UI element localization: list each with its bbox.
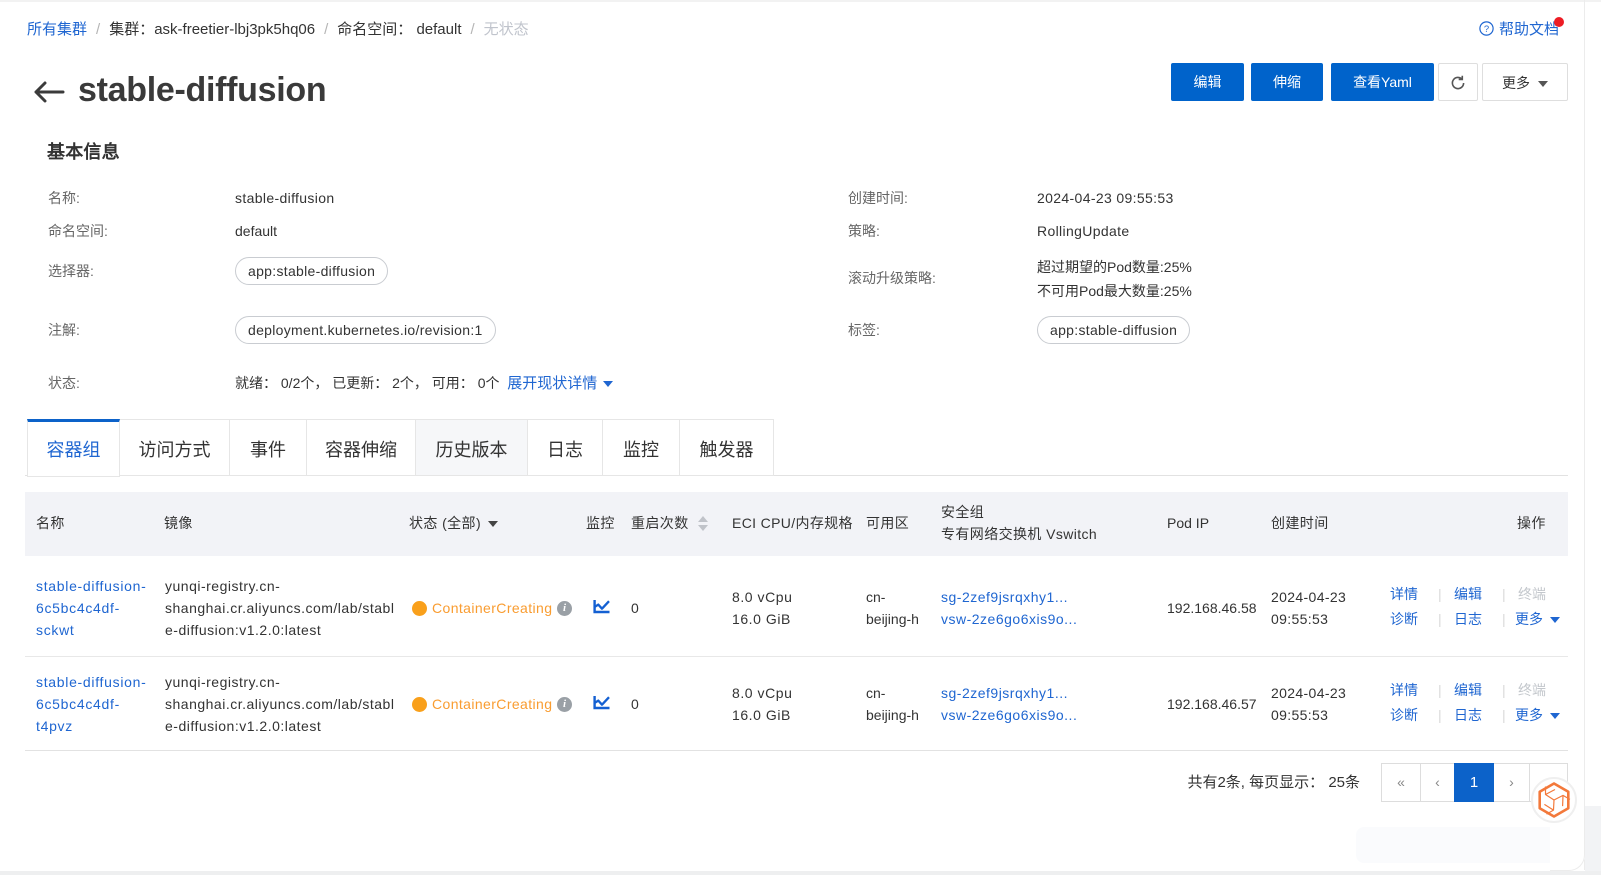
svg-text:?: ? [1484, 24, 1489, 35]
